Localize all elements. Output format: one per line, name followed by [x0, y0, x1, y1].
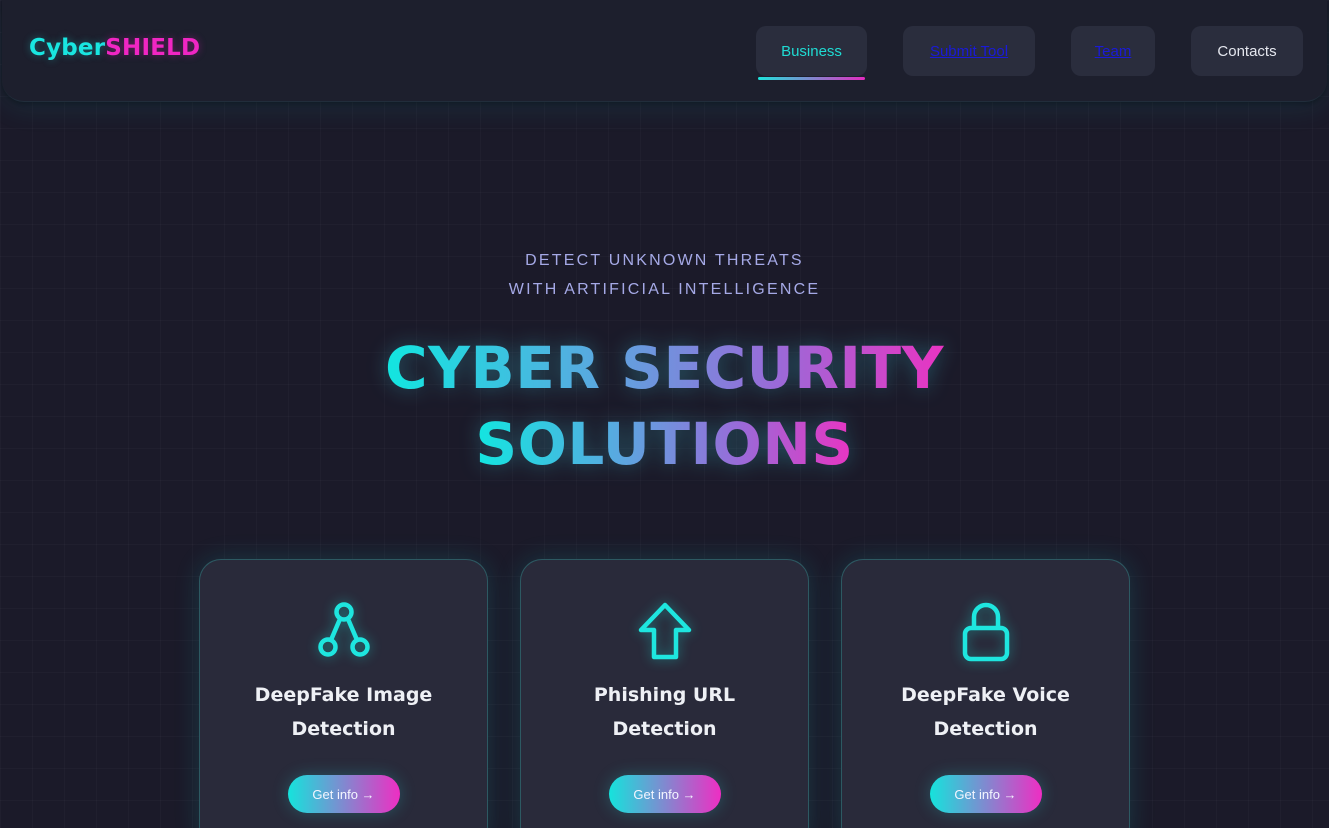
card-title-line1: DeepFake Image: [254, 684, 433, 706]
card-deepfake-image: DeepFake Image Detection Get info →: [199, 559, 488, 828]
nav-team-link[interactable]: Team: [1071, 26, 1155, 76]
card-title-line1: DeepFake Voice: [901, 684, 1070, 706]
card-title-line1: Phishing URL: [593, 684, 736, 706]
get-info-button[interactable]: Get info →: [287, 775, 400, 813]
logo[interactable]: CyberSHIELD: [29, 35, 200, 61]
lock-icon: [842, 600, 1129, 662]
hero-tagline-line1: DETECT UNKNOWN THREATS: [525, 252, 804, 269]
get-info-button[interactable]: Get info →: [608, 775, 721, 813]
share-nodes-icon: [200, 600, 487, 662]
get-info-button[interactable]: Get info →: [929, 775, 1042, 813]
site-header: CyberSHIELD Business Submit Tool Team Co…: [2, 0, 1327, 102]
card-title: DeepFake Voice Detection: [862, 678, 1109, 746]
logo-part-cyber: Cyber: [29, 35, 106, 61]
nav-submit-tool-link[interactable]: Submit Tool: [903, 26, 1035, 76]
card-title-line2: Detection: [291, 718, 396, 740]
card-title-line2: Detection: [933, 718, 1038, 740]
hero-title-line2: SOLUTIONS: [475, 406, 853, 482]
arrow-up-icon: [521, 600, 808, 662]
card-title-line2: Detection: [612, 718, 717, 740]
hero-title-line1: CYBER SECURITY: [385, 330, 944, 406]
hero-tagline-line2: WITH ARTIFICIAL INTELLIGENCE: [508, 281, 821, 298]
card-deepfake-voice: DeepFake Voice Detection Get info →: [841, 559, 1130, 828]
nav-business-button[interactable]: Business: [756, 26, 867, 80]
card-phishing-url: Phishing URL Detection Get info →: [520, 559, 809, 828]
logo-part-shield: SHIELD: [105, 35, 201, 61]
hero-title: CYBER SECURITY SOLUTIONS: [0, 330, 1329, 482]
nav-contacts-button[interactable]: Contacts: [1191, 26, 1303, 76]
card-title: Phishing URL Detection: [541, 678, 788, 746]
card-title: DeepFake Image Detection: [220, 678, 467, 746]
